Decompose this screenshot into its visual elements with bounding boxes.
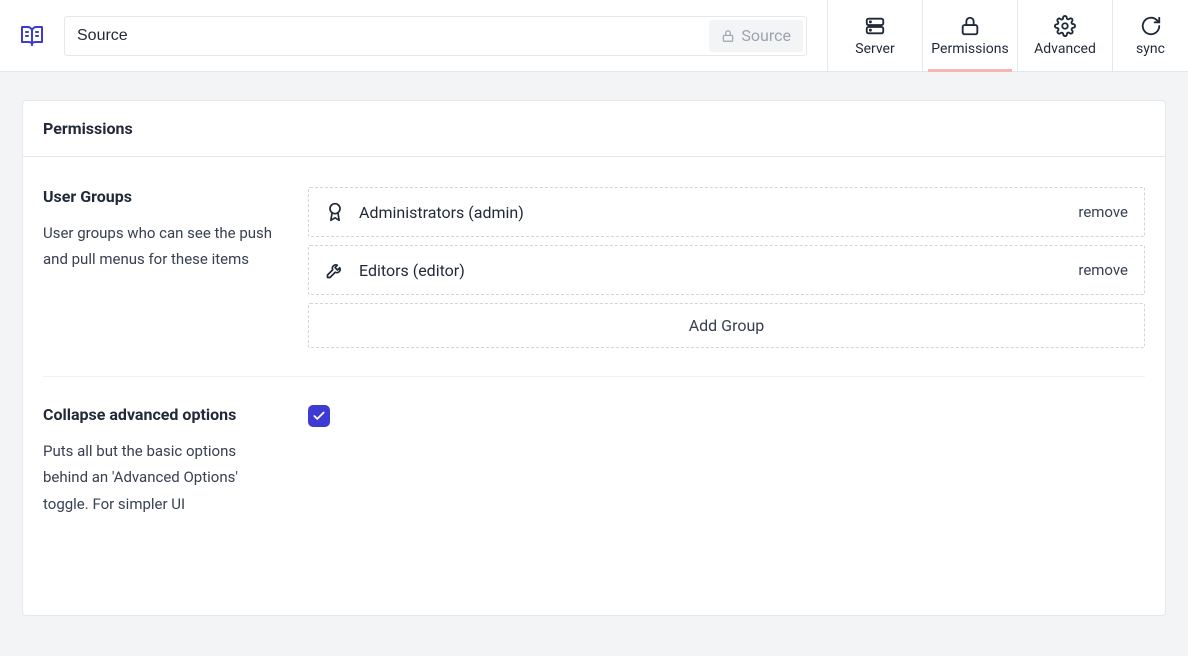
remove-button[interactable]: remove <box>1078 203 1128 221</box>
gear-icon <box>1054 15 1076 37</box>
panel-body: User Groups User groups who can see the … <box>23 157 1165 615</box>
section-title: Collapse advanced options <box>43 405 278 424</box>
source-input[interactable] <box>64 16 807 56</box>
section-desc: Puts all but the basic options behind an… <box>43 438 278 517</box>
lock-icon <box>959 15 981 37</box>
book-icon <box>20 24 44 48</box>
nav-sync[interactable]: sync <box>1112 0 1188 71</box>
section-collapse: Collapse advanced options Puts all but t… <box>43 376 1145 545</box>
section-right: Administrators (admin) remove Editors (e… <box>308 187 1145 348</box>
nav-permissions[interactable]: Permissions <box>922 0 1017 71</box>
section-title: User Groups <box>43 187 278 206</box>
topbar-left: Source <box>0 0 827 71</box>
nav-server[interactable]: Server <box>827 0 922 71</box>
panel-title: Permissions <box>23 101 1165 157</box>
section-left: Collapse advanced options Puts all but t… <box>43 405 278 517</box>
group-item: Administrators (admin) remove <box>308 187 1145 237</box>
group-label: Administrators (admin) <box>359 203 1064 222</box>
server-icon <box>864 15 886 37</box>
remove-button[interactable]: remove <box>1078 261 1128 279</box>
add-group-button[interactable]: Add Group <box>308 303 1145 348</box>
permissions-panel: Permissions User Groups User groups who … <box>22 100 1166 616</box>
topbar: Source Server Permissions <box>0 0 1188 72</box>
check-icon <box>312 409 326 423</box>
source-input-wrap: Source <box>64 16 807 56</box>
refresh-icon <box>1140 15 1162 37</box>
nav-label: sync <box>1136 41 1165 57</box>
section-right <box>308 405 1145 517</box>
topbar-right: Server Permissions Advanced sync <box>827 0 1188 71</box>
nav-label: Advanced <box>1034 41 1096 57</box>
wrench-icon <box>325 260 345 280</box>
collapse-checkbox[interactable] <box>308 405 330 427</box>
group-label: Editors (editor) <box>359 261 1064 280</box>
section-left: User Groups User groups who can see the … <box>43 187 278 348</box>
locked-badge: Source <box>709 20 803 52</box>
nav-advanced[interactable]: Advanced <box>1017 0 1112 71</box>
section-user-groups: User Groups User groups who can see the … <box>43 187 1145 376</box>
medal-icon <box>325 202 345 222</box>
nav-label: Permissions <box>931 41 1008 57</box>
lock-icon <box>721 29 735 43</box>
nav-label: Server <box>855 41 894 57</box>
section-desc: User groups who can see the push and pul… <box>43 220 278 273</box>
group-list: Administrators (admin) remove Editors (e… <box>308 187 1145 348</box>
group-item: Editors (editor) remove <box>308 245 1145 295</box>
locked-label: Source <box>741 26 791 45</box>
